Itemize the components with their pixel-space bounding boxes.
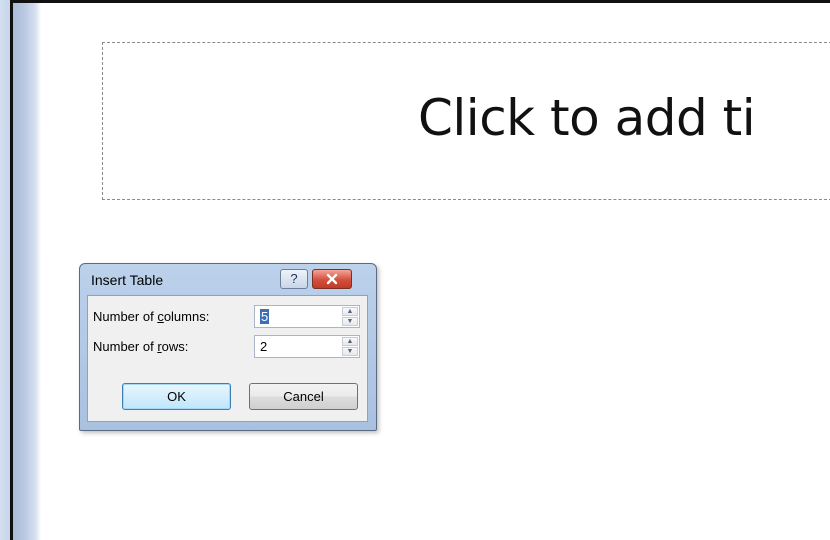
columns-up-arrow-icon[interactable]: ▲ [342,307,358,316]
slide-shadow [13,3,41,540]
columns-input[interactable]: 5 [260,309,270,324]
close-button[interactable] [312,269,352,289]
ok-button[interactable]: OK [122,383,231,410]
rows-spin-arrows: ▲ ▼ [342,337,358,356]
rows-input[interactable]: 2 [260,339,267,354]
columns-spin-arrows: ▲ ▼ [342,307,358,326]
rows-label: Number of rows: [93,339,189,354]
rows-down-arrow-icon[interactable]: ▼ [342,347,358,356]
insert-table-dialog: Insert Table ? Number of columns: 5 ▲ ▼ … [79,263,377,431]
dialog-title: Insert Table [91,272,164,288]
help-icon: ? [290,271,298,286]
cancel-button[interactable]: Cancel [249,383,358,410]
rows-spinner[interactable]: 2 ▲ ▼ [254,335,360,358]
columns-spinner[interactable]: 5 ▲ ▼ [254,305,360,328]
rows-up-arrow-icon[interactable]: ▲ [342,337,358,346]
title-placeholder-text: Click to add ti [418,89,756,147]
dialog-body: Number of columns: 5 ▲ ▼ Number of rows:… [87,295,368,422]
slide-edge-top [10,0,830,3]
workspace-background [0,0,10,540]
columns-down-arrow-icon[interactable]: ▼ [342,317,358,326]
help-button[interactable]: ? [280,269,308,289]
columns-label: Number of columns: [93,309,210,324]
close-icon [326,273,338,285]
title-placeholder[interactable]: Click to add ti [102,42,830,200]
